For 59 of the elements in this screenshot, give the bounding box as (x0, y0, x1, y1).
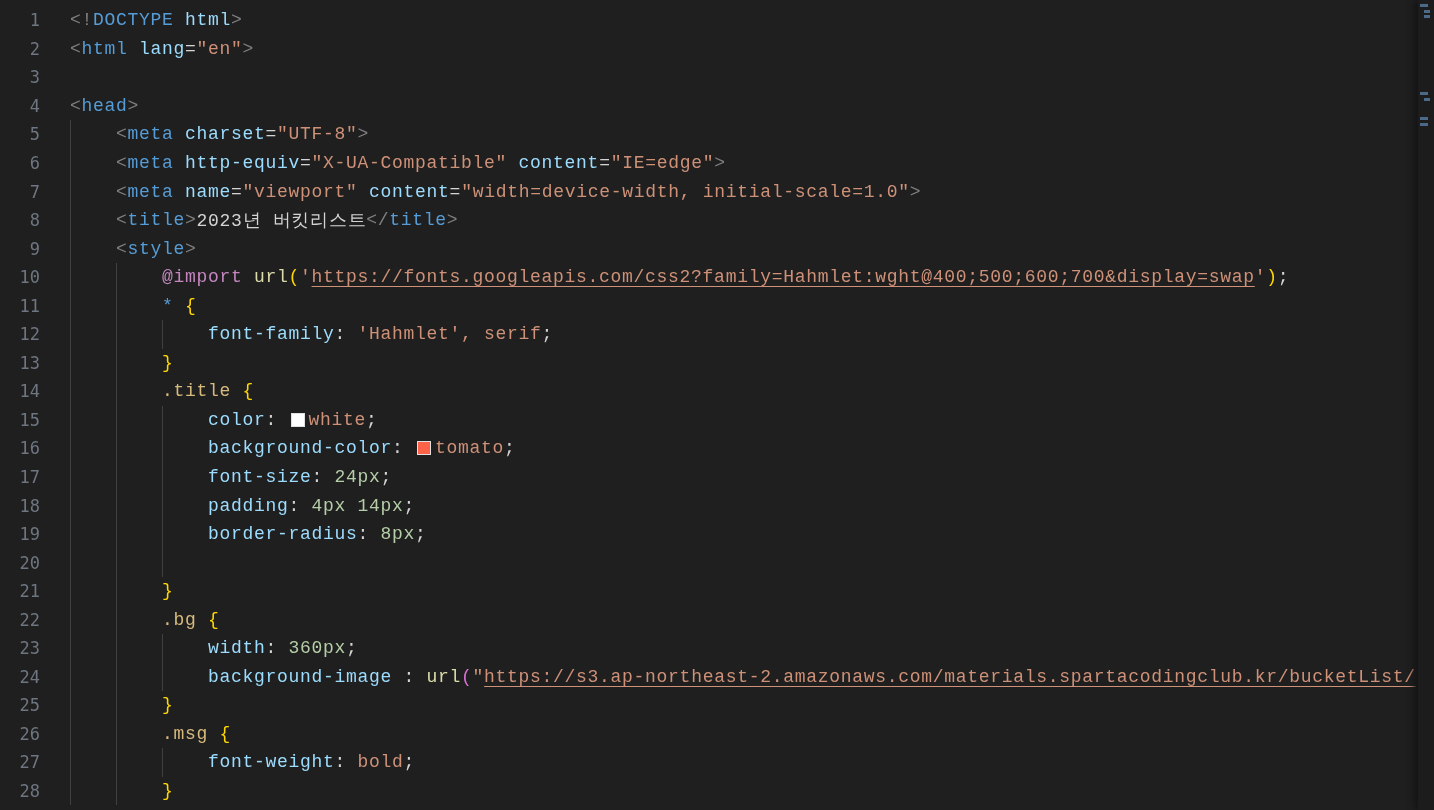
line-number: 26 (18, 723, 40, 744)
line-number: 13 (18, 352, 40, 373)
code-line: font-size: 24px; (208, 467, 393, 487)
line-number: 21 (18, 581, 40, 602)
code-line: } (162, 581, 174, 602)
code-line: <meta charset="UTF-8"> (116, 124, 370, 145)
line-number: 19 (18, 524, 40, 545)
line-number: 2 (28, 38, 40, 59)
code-line: <html lang="en"> (70, 38, 255, 59)
code-line: } (162, 781, 174, 802)
line-number: 8 (28, 210, 40, 231)
line-number: 11 (18, 295, 40, 316)
line-number: 4 (28, 95, 40, 116)
color-swatch-icon[interactable] (417, 441, 432, 456)
code-line: <style> (116, 238, 197, 259)
code-line: border-radius: 8px; (208, 524, 427, 545)
overview-ruler-marks-icon (1420, 4, 1432, 126)
code-line: } (162, 695, 174, 716)
code-line: background-image : url("https://s3.ap-northeast-2.amazonaws.com/materials.spartacodingclub.kr/bucketList/ (208, 666, 1416, 687)
code-line: font-family: 'Hahmlet', serif; (208, 324, 554, 345)
code-line: font-weight: bold; (208, 752, 416, 773)
line-number: 5 (28, 124, 40, 145)
color-swatch-icon[interactable] (290, 412, 305, 427)
code-line: <meta http-equiv="X-UA-Compatible" content="IE=edge"> (116, 153, 726, 173)
code-line: <head> (70, 95, 140, 116)
code-line: .bg { (162, 609, 220, 630)
line-number: 17 (18, 467, 40, 487)
indent-guide (162, 748, 163, 777)
line-number: 22 (18, 609, 40, 630)
line-number: 12 (18, 324, 40, 345)
line-number: 16 (18, 438, 40, 459)
code-line: background-color: tomato; (208, 438, 516, 459)
line-number: 28 (18, 781, 40, 802)
code-line: .title { (162, 381, 255, 402)
code-line: @import url('https://fonts.googleapis.com/css2?family=Hahmlet:wght@400;500;600;700&display=swap'); (162, 267, 1290, 288)
line-number: 20 (18, 552, 40, 573)
code-line: width: 360px; (208, 638, 358, 659)
code-line: } (162, 352, 174, 373)
line-number: 25 (18, 695, 40, 716)
line-number: 9 (28, 238, 40, 259)
line-number: 10 (18, 267, 40, 288)
line-number: 18 (18, 495, 40, 516)
line-number: 7 (28, 181, 40, 202)
line-number: 27 (18, 752, 40, 773)
line-number: 3 (28, 67, 40, 88)
line-number: 24 (18, 666, 40, 687)
line-number: 6 (28, 153, 40, 173)
line-number: 23 (18, 638, 40, 659)
code-line: <title>2023년 버킷리스트</title> (116, 209, 459, 233)
code-line: .msg { (162, 723, 232, 744)
code-line: <!DOCTYPE html> (70, 10, 243, 31)
line-number: 15 (18, 409, 40, 430)
indent-guide (162, 320, 163, 349)
line-number: 14 (18, 381, 40, 402)
line-number: 1 (28, 10, 40, 31)
code-line: * { (162, 295, 197, 316)
code-line: padding: 4px 14px; (208, 495, 416, 516)
code-line: color: white; (208, 409, 378, 430)
code-line: <meta name="viewport" content="width=device-width, initial-scale=1.0"> (116, 181, 922, 202)
